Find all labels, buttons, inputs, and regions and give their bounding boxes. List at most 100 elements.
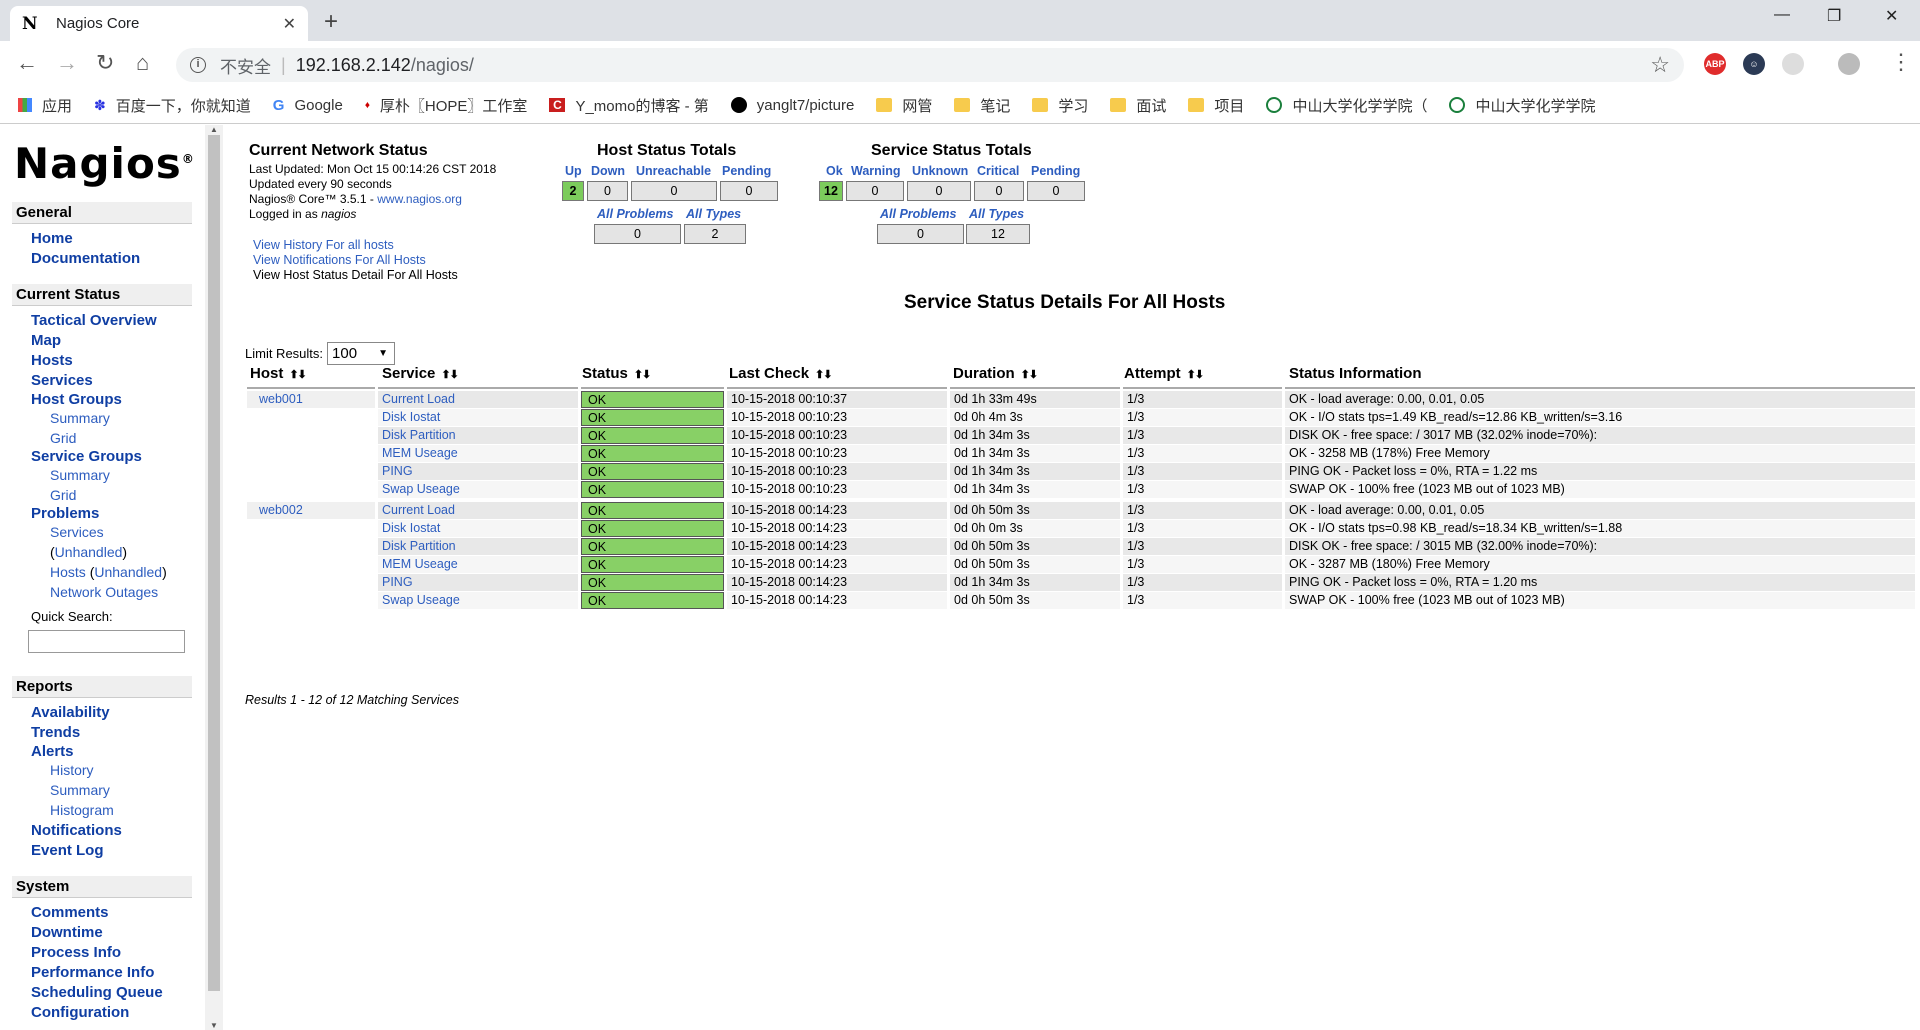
nav-problem-services-unhandled[interactable]: (Unhandled): [50, 544, 127, 560]
bookmark-sysu-1[interactable]: 中山大学化学学院（: [1266, 95, 1427, 116]
nav-notifications[interactable]: Notifications: [31, 822, 122, 839]
host-all-problems-header[interactable]: All Problems: [597, 207, 673, 221]
nav-problems[interactable]: Problems: [31, 505, 99, 522]
new-tab-icon[interactable]: +: [324, 8, 338, 36]
service-all-types-header[interactable]: All Types: [969, 207, 1024, 221]
service-link[interactable]: Disk Partition: [378, 538, 578, 555]
sort-arrows-icon[interactable]: ⬆⬇: [1187, 369, 1204, 381]
nav-performance-info[interactable]: Performance Info: [31, 964, 154, 981]
bookmark-csdn[interactable]: C Y_momo的博客 - 第: [549, 95, 709, 116]
nav-event-log[interactable]: Event Log: [31, 842, 104, 859]
service-total-header-pending[interactable]: Pending: [1031, 164, 1080, 178]
sort-arrows-icon[interactable]: ⬆⬇: [289, 369, 306, 381]
service-total-warning[interactable]: 0: [846, 181, 904, 201]
service-total-header-unknown[interactable]: Unknown: [912, 164, 968, 178]
nav-alerts[interactable]: Alerts: [31, 743, 74, 760]
nav-problem-services[interactable]: Services: [50, 524, 104, 540]
sort-arrows-icon[interactable]: ⬆⬇: [815, 369, 832, 381]
host-all-types[interactable]: 2: [684, 224, 746, 244]
service-all-problems-header[interactable]: All Problems: [880, 207, 956, 221]
bookmark-folder-xuexi[interactable]: 学习: [1032, 95, 1088, 116]
nagios-logo[interactable]: Nagios®: [14, 139, 195, 188]
nav-host-groups[interactable]: Host Groups: [31, 391, 122, 408]
bookmark-star-icon[interactable]: ☆: [1650, 52, 1670, 78]
close-tab-icon[interactable]: ✕: [283, 14, 296, 34]
view-history-link[interactable]: View History For all hosts: [253, 238, 394, 252]
back-icon[interactable]: ←: [16, 50, 38, 76]
adblock-extension-icon[interactable]: ABP: [1704, 53, 1726, 75]
host-link[interactable]: web002: [247, 502, 375, 519]
service-link[interactable]: MEM Useage: [378, 556, 578, 573]
nav-services[interactable]: Services: [31, 372, 93, 389]
bookmark-folder-wangguan[interactable]: 网管: [876, 95, 932, 116]
sort-arrows-icon[interactable]: ⬆⬇: [441, 369, 458, 381]
address-bar[interactable]: i 不安全 | 192.168.2.142 /nagios/ ☆: [176, 48, 1684, 82]
host-total-header-down[interactable]: Down: [591, 164, 625, 178]
forward-icon[interactable]: →: [56, 50, 78, 76]
service-link[interactable]: Swap Useage: [378, 592, 578, 609]
bookmark-github[interactable]: yanglt7/picture: [730, 97, 854, 114]
nav-comments[interactable]: Comments: [31, 904, 109, 921]
service-total-ok[interactable]: 12: [819, 181, 843, 201]
service-total-pending[interactable]: 0: [1027, 181, 1085, 201]
nav-hosts[interactable]: Hosts: [31, 352, 73, 369]
host-link[interactable]: web001: [247, 391, 375, 408]
bookmark-folder-mianshi[interactable]: 面试: [1110, 95, 1166, 116]
close-window-icon[interactable]: ✕: [1885, 6, 1898, 26]
service-total-header-ok[interactable]: Ok: [826, 164, 843, 178]
host-total-up[interactable]: 2: [562, 181, 584, 201]
nagios-org-link[interactable]: www.nagios.org: [377, 192, 462, 206]
service-link[interactable]: Swap Useage: [378, 481, 578, 498]
nav-configuration[interactable]: Configuration: [31, 1004, 129, 1021]
scrollbar-thumb[interactable]: [208, 135, 220, 991]
nav-problem-hosts[interactable]: Hosts (Unhandled): [50, 564, 167, 580]
nav-alerts-summary[interactable]: Summary: [50, 782, 110, 798]
sidebar-scrollbar[interactable]: ▲ ▼: [205, 125, 223, 1030]
nav-service-groups[interactable]: Service Groups: [31, 448, 142, 465]
service-link[interactable]: MEM Useage: [378, 445, 578, 462]
nav-scheduling-queue[interactable]: Scheduling Queue: [31, 984, 163, 1001]
home-icon[interactable]: ⌂: [136, 50, 149, 76]
service-total-unknown[interactable]: 0: [907, 181, 971, 201]
nav-trends[interactable]: Trends: [31, 724, 80, 741]
host-all-problems[interactable]: 0: [594, 224, 681, 244]
minimize-icon[interactable]: —: [1774, 6, 1790, 24]
host-total-unreachable[interactable]: 0: [631, 181, 717, 201]
nav-service-groups-summary[interactable]: Summary: [50, 467, 110, 483]
info-icon[interactable]: i: [190, 57, 206, 73]
nav-network-outages[interactable]: Network Outages: [50, 584, 158, 600]
view-notifications-link[interactable]: View Notifications For All Hosts: [253, 253, 426, 267]
service-all-types[interactable]: 12: [966, 224, 1030, 244]
scroll-down-icon[interactable]: ▼: [210, 1021, 218, 1030]
nav-availability[interactable]: Availability: [31, 704, 110, 721]
service-link[interactable]: Disk Partition: [378, 427, 578, 444]
profile-avatar-icon[interactable]: [1838, 53, 1860, 75]
nav-map[interactable]: Map: [31, 332, 61, 349]
reload-icon[interactable]: ↻: [96, 50, 114, 76]
host-total-header-up[interactable]: Up: [565, 164, 582, 178]
restore-icon[interactable]: ❐: [1827, 6, 1841, 26]
service-link[interactable]: Disk Iostat: [378, 409, 578, 426]
bookmark-sysu-2[interactable]: 中山大学化学学院: [1449, 95, 1595, 116]
browser-tab[interactable]: N Nagios Core ✕: [10, 6, 308, 41]
nav-tactical-overview[interactable]: Tactical Overview: [31, 312, 157, 329]
nav-home[interactable]: Home: [31, 230, 73, 247]
quick-search-input[interactable]: [28, 630, 185, 653]
service-link[interactable]: PING: [378, 463, 578, 480]
scroll-up-icon[interactable]: ▲: [210, 125, 218, 134]
service-total-header-critical[interactable]: Critical: [977, 164, 1019, 178]
bookmark-hope[interactable]: ♦ 厚朴〖HOPE〗工作室: [365, 95, 528, 116]
sort-arrows-icon[interactable]: ⬆⬇: [634, 369, 651, 381]
host-total-down[interactable]: 0: [587, 181, 628, 201]
service-link[interactable]: Current Load: [378, 502, 578, 519]
nav-service-groups-grid[interactable]: Grid: [50, 487, 76, 503]
view-host-status-link[interactable]: View Host Status Detail For All Hosts: [253, 268, 458, 282]
service-all-problems[interactable]: 0: [877, 224, 964, 244]
limit-select[interactable]: 100 ▼: [327, 342, 396, 365]
service-link[interactable]: PING: [378, 574, 578, 591]
nav-downtime[interactable]: Downtime: [31, 924, 103, 941]
nav-alerts-histogram[interactable]: Histogram: [50, 802, 114, 818]
nav-host-groups-summary[interactable]: Summary: [50, 410, 110, 426]
service-link[interactable]: Current Load: [378, 391, 578, 408]
extension-icon[interactable]: ☺: [1743, 53, 1765, 75]
